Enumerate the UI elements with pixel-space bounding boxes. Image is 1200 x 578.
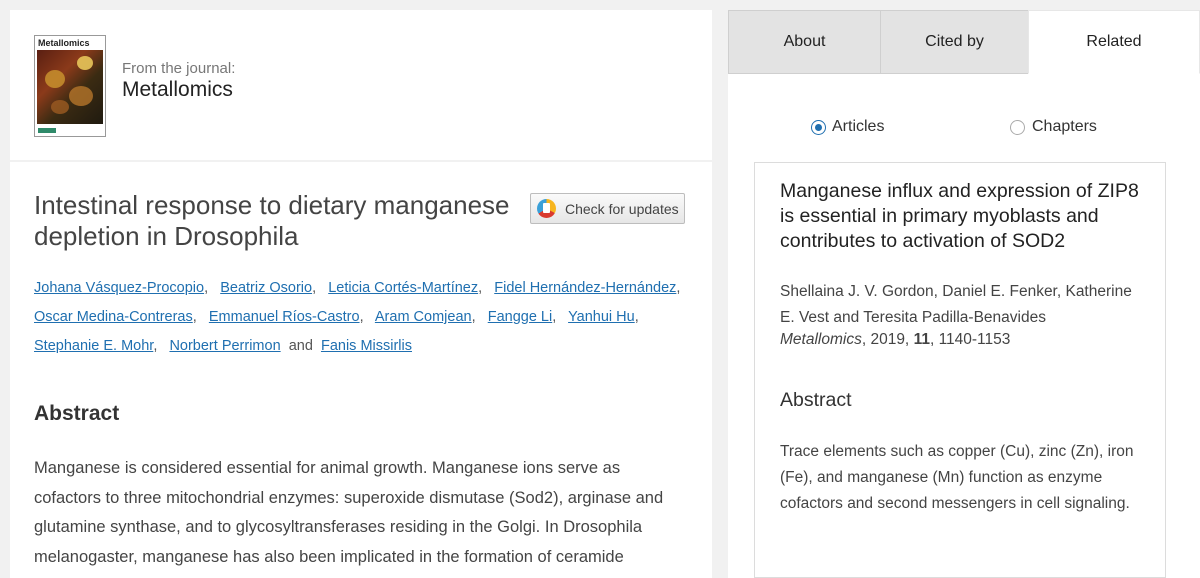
check-for-updates-button[interactable]: Check for updates: [530, 193, 685, 224]
related-year: 2019,: [870, 331, 910, 348]
related-article-authors: Shellaina J. V. Gordon, Daniel E. Fenker…: [780, 283, 1132, 326]
tab-cited-by[interactable]: Cited by: [880, 10, 1029, 74]
related-abstract-text: Trace elements such as copper (Cu), zinc…: [780, 443, 1134, 512]
tab-about[interactable]: About: [728, 10, 881, 74]
author-link[interactable]: Oscar Medina-Contreras: [34, 309, 193, 325]
author-link[interactable]: Stephanie E. Mohr: [34, 338, 153, 354]
article-panel: Intestinal response to dietary manganese…: [10, 162, 712, 578]
author-link[interactable]: Yanhui Hu: [568, 309, 635, 325]
journal-header: Metallomics From the journal: Metallomic…: [10, 10, 712, 160]
content-type-selector: Articles Chapters: [728, 118, 1200, 142]
cover-artwork: [37, 50, 103, 124]
cover-title: Metallomics: [38, 38, 90, 48]
related-pages: , 1140-1153: [929, 331, 1011, 348]
author-and: and: [288, 338, 313, 354]
author-link[interactable]: Beatriz Osorio: [220, 280, 312, 296]
chapters-radio[interactable]: [1010, 120, 1025, 135]
sidebar-panel: About Cited by Related Articles Chapters…: [728, 10, 1200, 578]
author-list: Johana Vásquez-Procopio, Beatriz Osorio,…: [34, 280, 681, 354]
author-link[interactable]: Johana Vásquez-Procopio: [34, 280, 204, 296]
journal-from-label: From the journal:: [122, 60, 236, 77]
author-link[interactable]: Fanis Missirlis: [321, 338, 412, 354]
related-article-citation: Metallomics, 2019, 11, 1140-1153: [780, 331, 1011, 348]
check-for-updates-label: Check for updates: [565, 201, 679, 217]
chapters-radio-label[interactable]: Chapters: [1032, 118, 1097, 136]
articles-radio-label[interactable]: Articles: [832, 118, 884, 136]
author-link[interactable]: Leticia Cortés-Martínez: [328, 280, 478, 296]
article-title: Intestinal response to dietary manganese…: [34, 190, 510, 251]
author-link[interactable]: Fidel Hernández-Hernández: [494, 280, 676, 296]
author-link[interactable]: Norbert Perrimon: [169, 338, 280, 354]
sidebar-tabs: About Cited by Related: [728, 10, 1200, 74]
author-link[interactable]: Fangge Li: [488, 309, 553, 325]
author-link[interactable]: Aram Comjean: [375, 309, 472, 325]
related-volume: 11: [913, 331, 930, 348]
journal-cover-image[interactable]: Metallomics: [34, 35, 106, 137]
crossmark-icon: [537, 199, 556, 218]
related-article-title[interactable]: Manganese influx and expression of ZIP8 …: [780, 179, 1150, 254]
abstract-text: Manganese is considered essential for an…: [34, 459, 664, 566]
related-article-card: Manganese influx and expression of ZIP8 …: [754, 162, 1166, 578]
related-journal-name: Metallomics: [780, 331, 862, 348]
abstract-heading: Abstract: [34, 402, 120, 425]
author-link[interactable]: Emmanuel Ríos-Castro: [209, 309, 360, 325]
publisher-logo: [38, 128, 56, 133]
journal-name[interactable]: Metallomics: [122, 78, 233, 102]
related-abstract-heading: Abstract: [780, 389, 852, 411]
articles-radio[interactable]: [811, 120, 826, 135]
tab-related[interactable]: Related: [1028, 10, 1200, 74]
